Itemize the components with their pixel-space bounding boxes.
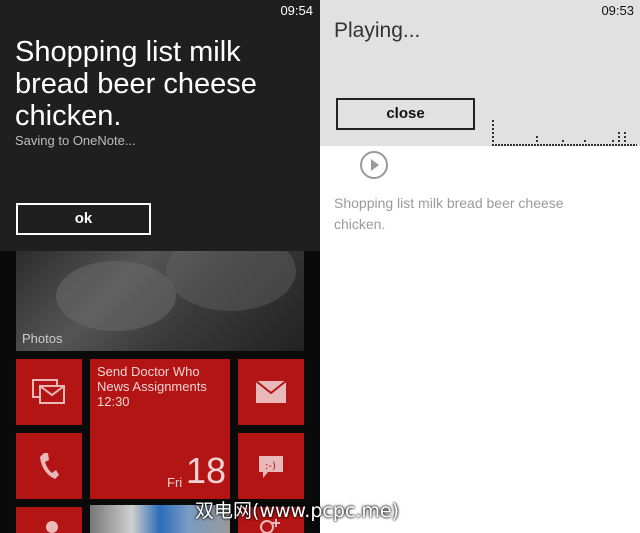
ok-button[interactable]: ok (16, 203, 151, 235)
audio-level-meter (492, 120, 637, 146)
watermark: 双电网(www.pcpc.me) (195, 500, 399, 522)
playing-label: Playing... (334, 19, 421, 42)
calendar-event: Send Doctor Who News Assignments 12:30 (97, 364, 227, 409)
phone-tile[interactable] (16, 433, 82, 499)
photos-label: Photos (22, 331, 63, 346)
mail-tile[interactable] (238, 359, 304, 425)
saving-status: Saving to OneNote... (15, 133, 136, 148)
calendar-event-title: Send Doctor Who News Assignments (97, 364, 207, 394)
mail-icon (256, 381, 286, 403)
calendar-tile[interactable]: Send Doctor Who News Assignments 12:30 F… (90, 359, 230, 499)
phone-icon (40, 453, 59, 479)
chat-icon: :-) (259, 456, 283, 478)
photo-blob (166, 251, 296, 311)
dictated-text: Shopping list milk bread beer cheese chi… (15, 36, 257, 132)
calendar-event-time: 12:30 (97, 394, 130, 409)
chat-tile[interactable]: :-) (238, 433, 304, 499)
note-text: Shopping list milk bread beer cheese chi… (334, 195, 564, 232)
messaging-icon (32, 379, 65, 404)
close-button[interactable]: close (336, 98, 475, 130)
calendar-date: 18 (186, 450, 227, 491)
messaging-tile[interactable] (16, 359, 82, 425)
photo-blob (56, 261, 176, 331)
calendar-day: Fri (167, 475, 183, 490)
right-phone-screen: 09:53 Playing... close Shopping list mil… (320, 0, 640, 533)
svg-text::-): :-) (265, 461, 276, 472)
status-time: 09:54 (280, 3, 313, 18)
speech-dialog: 09:54 Shopping list milk bread beer chee… (0, 0, 320, 251)
play-icon[interactable] (360, 151, 388, 179)
playback-header: 09:53 Playing... close (320, 0, 640, 146)
photos-tile[interactable]: Photos (16, 251, 304, 351)
people-tile[interactable] (16, 507, 82, 533)
status-time: 09:53 (601, 3, 634, 18)
left-phone-screen: Photos Send Doctor Who News Assignments … (0, 0, 320, 533)
people-icon (46, 521, 58, 533)
